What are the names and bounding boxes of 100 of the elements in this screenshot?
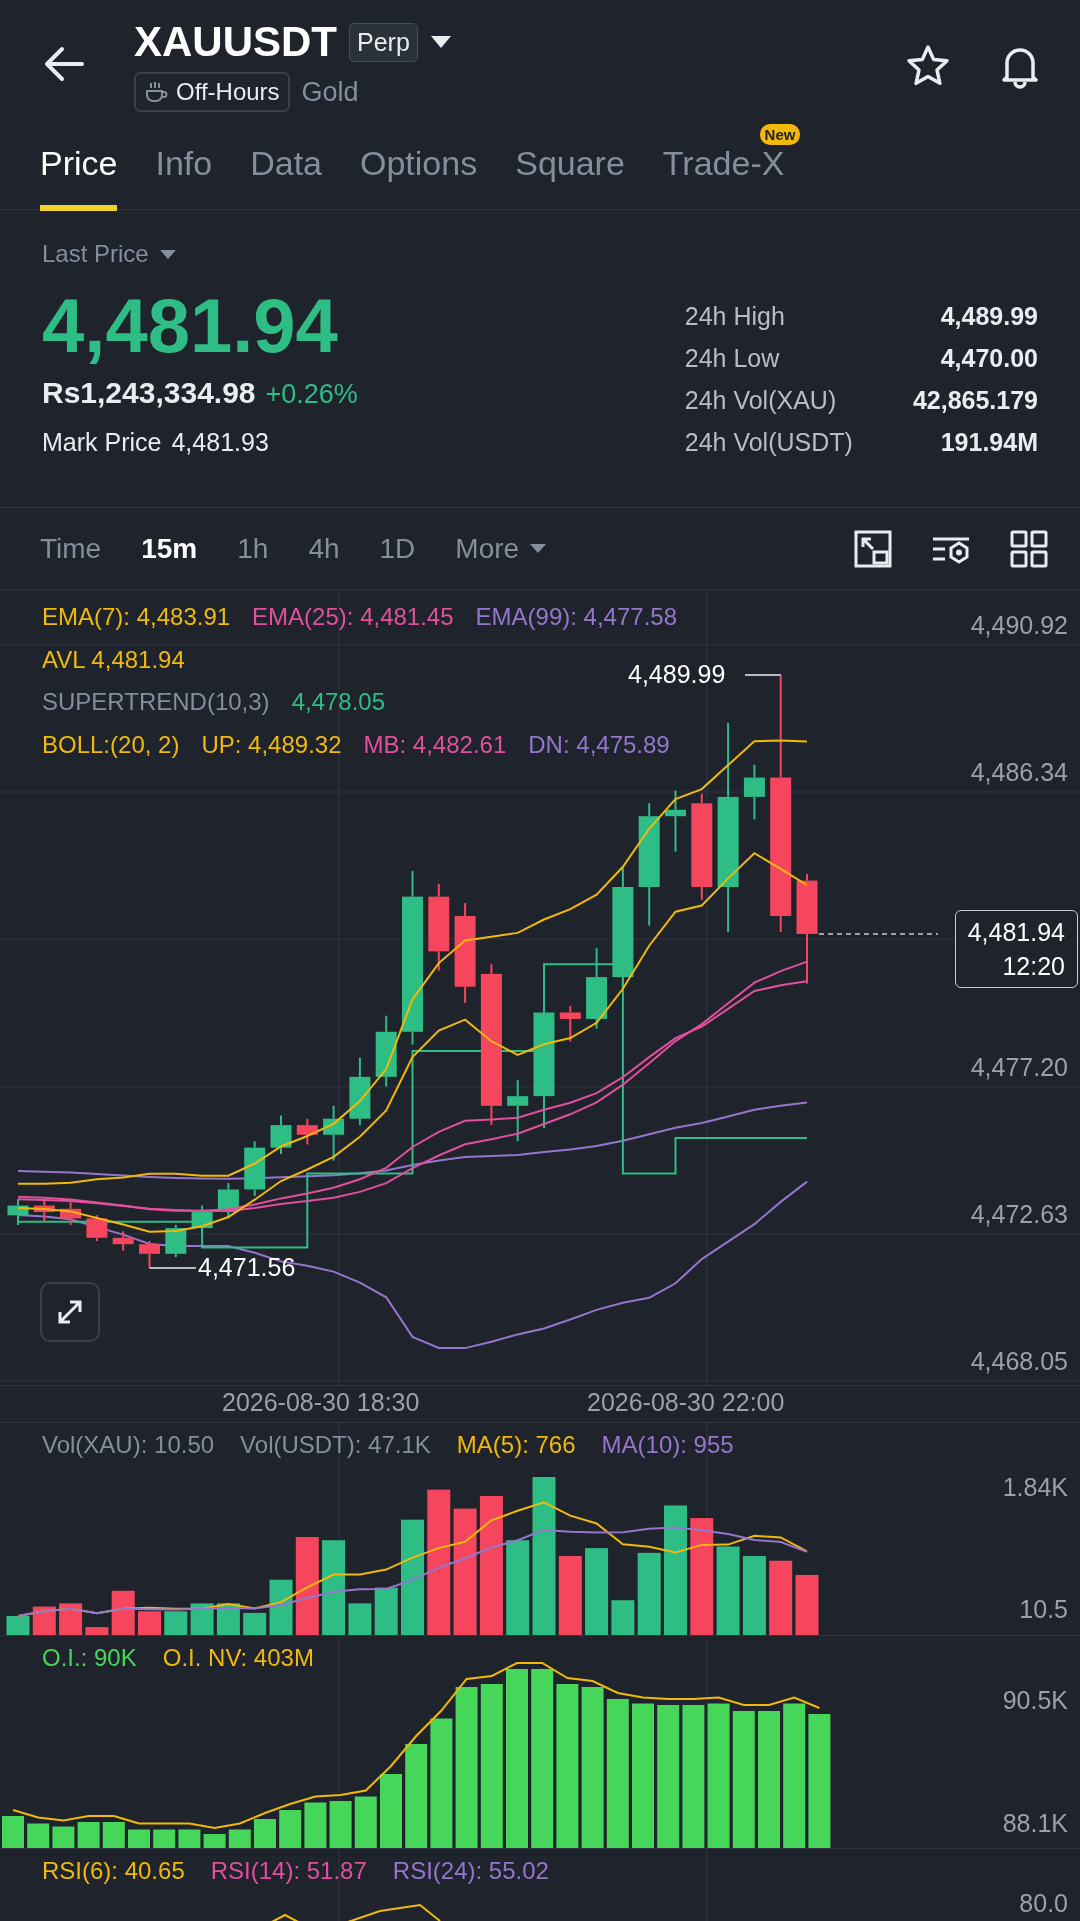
indicator-value: UP: 4,489.32 xyxy=(201,729,342,760)
stat-value: 4,470.00 xyxy=(939,344,1038,373)
tab[interactable]: Info xyxy=(155,126,213,211)
candle xyxy=(743,763,765,821)
time-axis-label: 2026-08-30 22:00 xyxy=(587,1388,785,1417)
price-axis-label: 4,472.63 xyxy=(970,1200,1068,1229)
candle xyxy=(7,1198,29,1226)
low-leader-line xyxy=(148,1267,197,1269)
candle xyxy=(296,1117,318,1146)
high-leader-line xyxy=(744,674,782,676)
indicator-value: O.I. NV: 403M xyxy=(162,1644,314,1672)
volume-bar xyxy=(348,1603,372,1635)
stat-value: 4,489.99 xyxy=(939,302,1038,331)
volume-bar xyxy=(243,1612,267,1635)
interval-option[interactable]: 4h xyxy=(308,532,340,565)
volume-bar xyxy=(59,1603,83,1635)
time-axis-label: 2026-08-30 18:30 xyxy=(222,1388,420,1417)
candle xyxy=(559,1005,581,1043)
new-badge: New xyxy=(759,124,801,145)
interval-option[interactable]: Time xyxy=(40,532,102,565)
indicator-value: O.I.: 90K xyxy=(42,1644,137,1672)
candle xyxy=(244,1140,266,1197)
more-dropdown[interactable]: More xyxy=(455,532,548,565)
tab[interactable]: Square xyxy=(515,126,625,211)
grid-icon[interactable] xyxy=(1010,529,1048,568)
open-interest-bar xyxy=(153,1829,176,1848)
candle xyxy=(112,1230,134,1252)
axis-label: 1.84K xyxy=(1002,1473,1068,1502)
open-interest-bar xyxy=(128,1829,150,1848)
candle xyxy=(139,1239,160,1269)
chart-window-icon[interactable] xyxy=(854,529,892,568)
volume-bar xyxy=(6,1616,30,1635)
candle xyxy=(33,1198,55,1223)
indicator-value: EMA(7): 4,483.91 xyxy=(42,602,231,632)
stat-value: 42,865.179 xyxy=(912,386,1038,415)
indicator-value: MB: 4,482.61 xyxy=(363,729,507,760)
candle xyxy=(86,1214,108,1242)
stat-label: 24h High xyxy=(684,302,786,331)
current-price: 4,481.94 xyxy=(967,916,1065,948)
volume-bar xyxy=(795,1574,819,1635)
tab[interactable]: Price xyxy=(40,126,118,211)
price-axis-label: 4,468.05 xyxy=(970,1347,1068,1376)
price-axis-label: 4,477.20 xyxy=(970,1053,1068,1082)
price-type-dropdown[interactable]: Last Price xyxy=(42,240,358,268)
mark-price-label: Mark Price xyxy=(42,427,162,457)
interval-option[interactable]: 15m xyxy=(141,532,198,565)
indicator-value: Vol(USDT): 47.1K xyxy=(240,1431,431,1459)
indicator-value: BOLL:(20, 2) xyxy=(42,729,180,760)
indicator-value: RSI(6): 40.65 xyxy=(42,1857,185,1885)
axis-label: 90.5K xyxy=(1002,1686,1068,1715)
indicator-value: 4,478.05 xyxy=(291,687,386,717)
tab[interactable]: Data xyxy=(250,126,322,211)
indicator-value: MA(5): 766 xyxy=(456,1431,576,1459)
price-axis-label: 4,490.92 xyxy=(970,611,1068,640)
open-interest-bar xyxy=(52,1826,75,1848)
expand-icon[interactable] xyxy=(40,1282,100,1342)
fiat-price: Rs1,243,334.98 xyxy=(42,375,256,410)
candle xyxy=(60,1201,82,1226)
stat-label: 24h Low xyxy=(684,344,781,373)
volume-bar xyxy=(85,1627,109,1635)
open-interest-bar xyxy=(178,1829,201,1848)
axis-label: 88.1K xyxy=(1002,1809,1068,1838)
open-interest-bar xyxy=(102,1822,125,1848)
open-interest-bar xyxy=(304,1802,327,1848)
tab[interactable]: Options xyxy=(360,126,478,211)
volume-bar xyxy=(611,1600,635,1635)
price-axis-label: 4,486.34 xyxy=(970,758,1068,787)
high-price-marker: 4,489.99 xyxy=(628,659,726,689)
interval-option[interactable]: 1D xyxy=(379,532,416,565)
open-interest-bar xyxy=(2,1816,24,1848)
volume-bar xyxy=(111,1590,135,1635)
open-interest-bar xyxy=(203,1834,226,1848)
session-label: Off-Hours xyxy=(176,78,280,106)
volume-bar xyxy=(164,1611,188,1635)
open-interest-bar xyxy=(27,1823,50,1848)
open-interest-bar xyxy=(77,1822,100,1848)
indicator-value: RSI(14): 51.87 xyxy=(210,1857,367,1885)
open-interest-bar xyxy=(254,1819,276,1848)
volume-bar xyxy=(138,1611,161,1635)
candle xyxy=(665,789,686,853)
candle xyxy=(507,1079,529,1143)
volume-bar xyxy=(374,1587,398,1635)
indicator-value: RSI(24): 55.02 xyxy=(392,1857,549,1885)
open-interest-bar xyxy=(279,1810,302,1848)
caret-icon[interactable] xyxy=(429,35,452,49)
interval-option[interactable]: 1h xyxy=(237,532,269,565)
stat-label: 24h Vol(XAU) xyxy=(684,386,838,415)
indicator-value: MA(10): 955 xyxy=(601,1431,734,1459)
caret-icon xyxy=(158,248,177,260)
asset-name: Gold xyxy=(301,76,359,108)
stat-value: 191.94M xyxy=(939,428,1038,457)
contract-badge: Perp xyxy=(349,22,418,62)
candle xyxy=(165,1223,187,1259)
caret-icon xyxy=(529,543,548,554)
axis-label: 10.5 xyxy=(1019,1595,1068,1624)
indicator-value: EMA(99): 4,477.58 xyxy=(475,602,677,632)
price-change: +0.26% xyxy=(265,378,358,410)
indicator-value: Vol(XAU): 10.50 xyxy=(42,1431,215,1459)
stat-label: 24h Vol(USDT) xyxy=(684,428,853,457)
cup-icon xyxy=(144,80,168,104)
